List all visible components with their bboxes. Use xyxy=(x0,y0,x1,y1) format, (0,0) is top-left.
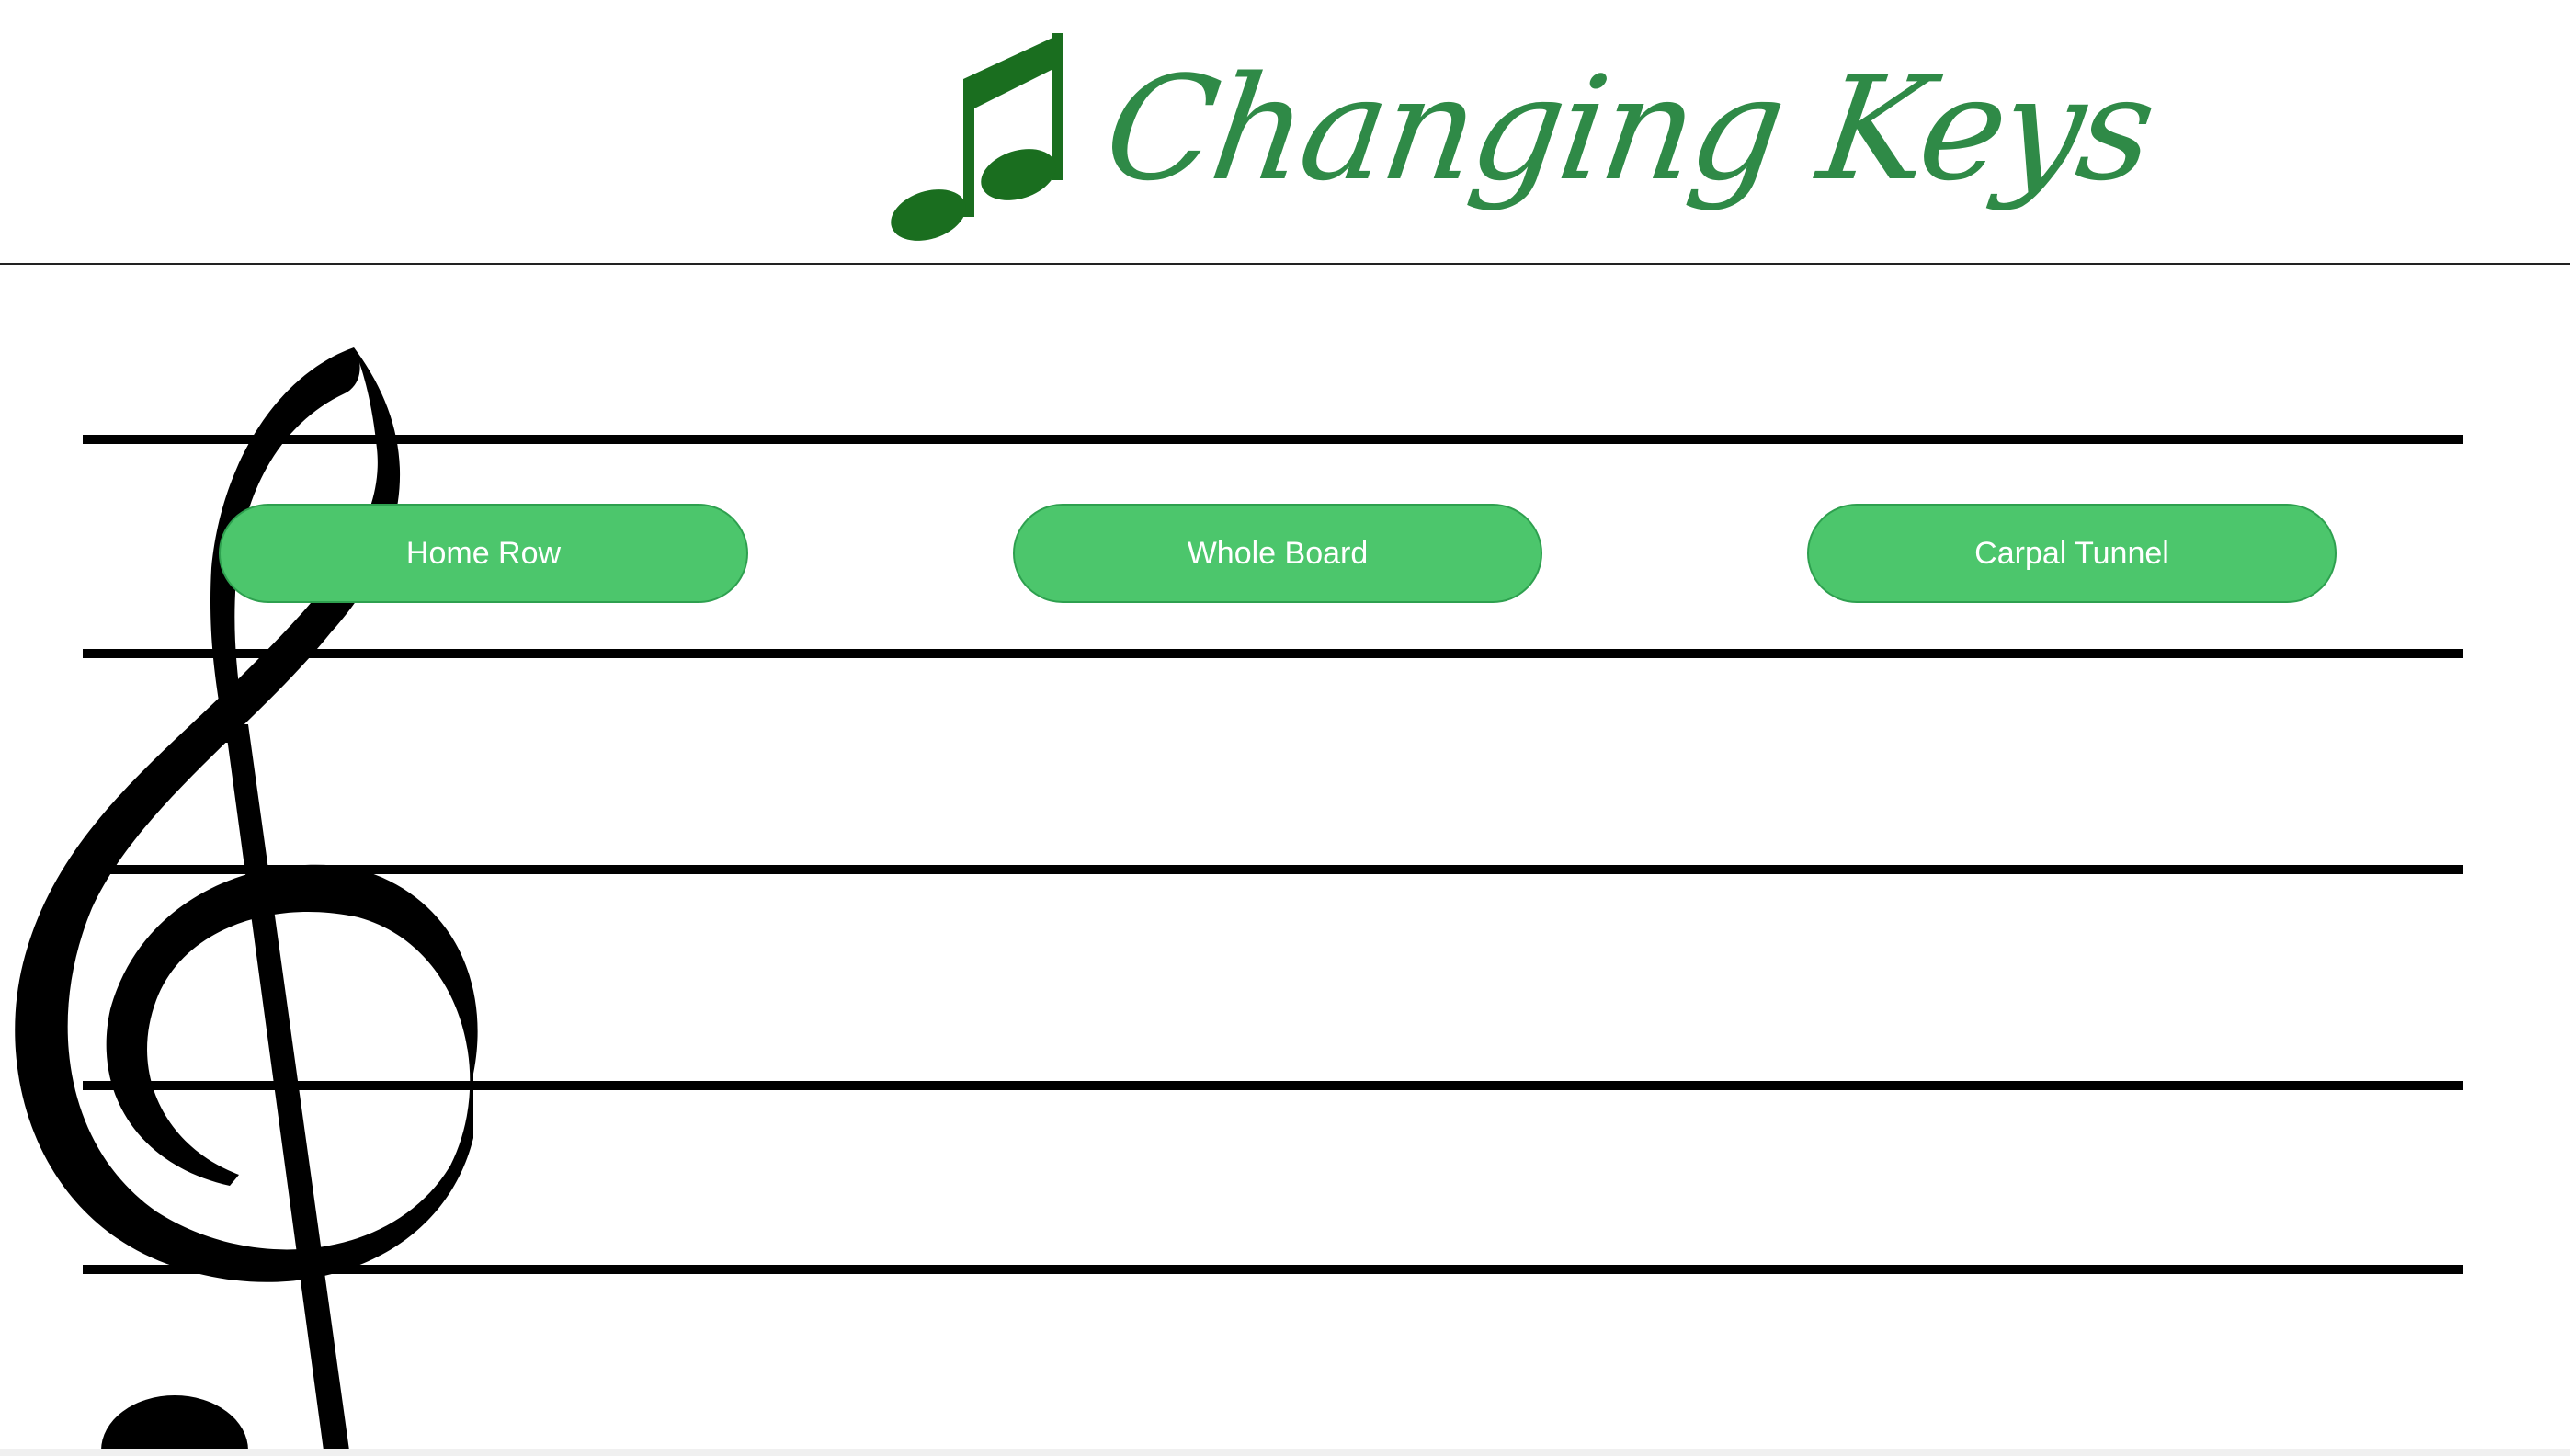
carpal-tunnel-button[interactable]: Carpal Tunnel xyxy=(1807,504,2337,603)
music-staff xyxy=(0,265,2570,1450)
page: Changing Keys Home Row Whole Board Carpa… xyxy=(0,0,2570,1456)
site-header: Changing Keys xyxy=(0,0,2570,265)
treble-clef-icon xyxy=(15,347,478,1450)
whole-board-button[interactable]: Whole Board xyxy=(1013,504,1542,603)
home-row-button[interactable]: Home Row xyxy=(219,504,748,603)
logo-text: Changing Keys xyxy=(1096,45,2162,212)
music-note-icon xyxy=(891,33,1063,241)
bottom-scroll-edge xyxy=(0,1449,2570,1456)
logo[interactable]: Changing Keys xyxy=(882,28,2162,248)
